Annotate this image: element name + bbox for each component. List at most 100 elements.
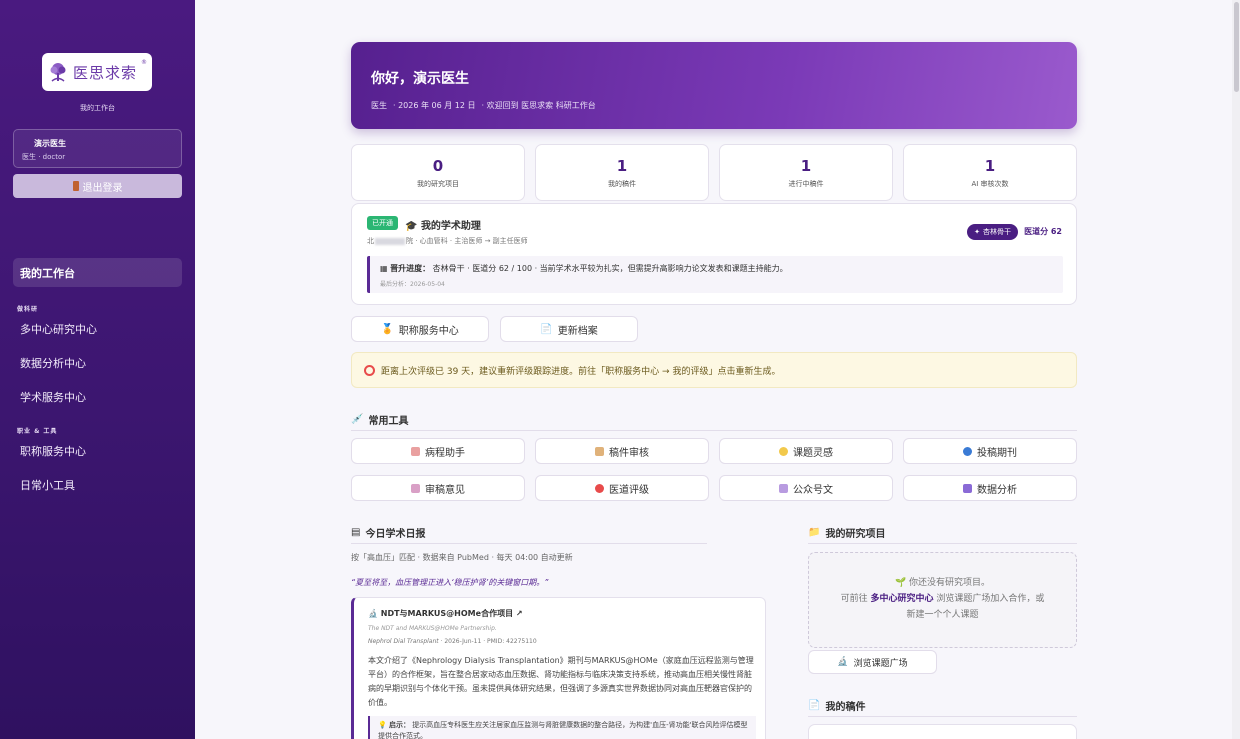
- stat-card-projects[interactable]: 0 我的研究项目: [351, 144, 525, 201]
- divider: [808, 716, 1077, 717]
- reminder-text: 距离上次评级已 39 天，建议重新评级跟踪进度。前往「职称服务中心 → 我的评级…: [381, 366, 781, 377]
- sidebar: 医思求索 ® 我的工作台 演示医生 医生 · doctor 退出登录 我的工作台…: [0, 0, 195, 739]
- nav-item-title-service[interactable]: 职称服务中心: [20, 443, 86, 459]
- article-english-title: The NDT and MARKUS@HOMe Partnership.: [368, 625, 497, 632]
- empty-text-a: 可前往: [840, 594, 871, 604]
- door-icon: [72, 181, 79, 191]
- tool-label: 投稿期刊: [977, 447, 1017, 459]
- lightbulb-icon: 💡: [378, 721, 387, 729]
- article-meta-text: · 2026-Jun-11 · PMID: 42275110: [438, 638, 537, 645]
- tool-wechat-article[interactable]: 公众号文: [719, 475, 893, 501]
- page-scrollbar[interactable]: [1232, 0, 1240, 739]
- title-service-button[interactable]: 🏅 职称服务中心: [351, 316, 489, 342]
- redacted-block: [375, 237, 405, 245]
- update-profile-label: 更新档案: [557, 325, 598, 337]
- microscope-icon: 🔬: [837, 657, 849, 667]
- stat-label: 我的稿件: [608, 180, 636, 188]
- hospital-suffix: 院 · 心血管科 · 主治医师 → 副主任医师: [406, 237, 528, 245]
- app-logo[interactable]: 医思求索 ®: [42, 53, 152, 91]
- clipboard-icon: [411, 446, 420, 456]
- tool-review-comments[interactable]: 审稿意见: [351, 475, 525, 501]
- browse-topics-label: 浏览课题广场: [853, 658, 908, 669]
- nav-item-workspace[interactable]: 我的工作台: [13, 258, 182, 287]
- multicenter-link[interactable]: 多中心研究中心: [870, 594, 933, 604]
- nav-section-research: 做科研: [17, 306, 39, 313]
- tool-medical-rating[interactable]: 医道评级: [535, 475, 709, 501]
- logo-text: 医思求索: [72, 63, 137, 82]
- stat-value: 0: [432, 157, 444, 175]
- user-role: 医生 · doctor: [22, 153, 66, 161]
- tool-topic-ideas[interactable]: 课题灵感: [719, 438, 893, 464]
- browse-topics-button[interactable]: 🔬 浏览课题广场: [808, 650, 937, 674]
- empty-line-3: 新建一个个人课题: [906, 610, 979, 620]
- syringe-icon: 💉: [351, 414, 364, 425]
- article-title-text: NDT与MARKUS@HOMe合作项目 ↗: [380, 609, 523, 618]
- projects-section-title: 📁 我的研究项目: [808, 525, 885, 540]
- manuscripts-card: [808, 724, 1077, 739]
- title-service-label: 职称服务中心: [398, 325, 459, 337]
- score-text: 医道分 62: [1024, 227, 1062, 236]
- last-analysis: 最后分析：2026-05-04: [380, 281, 445, 288]
- sprout-icon: ✦: [974, 228, 980, 236]
- digest-subtitle: 按「高血压」匹配 · 数据来自 PubMed · 每天 04:00 自动更新: [351, 553, 573, 562]
- logo-registered-mark: ®: [141, 59, 147, 66]
- progress-label: 晋升进度：: [390, 264, 431, 273]
- user-card: 演示医生 医生 · doctor: [13, 129, 182, 168]
- empty-line-1: 🌱 你还没有研究项目。: [809, 575, 1076, 591]
- level-tag-label: 杏林骨干: [983, 228, 1011, 236]
- level-tag: ✦ 杏林骨干: [967, 224, 1018, 240]
- stat-card-manuscripts[interactable]: 1 我的稿件: [535, 144, 709, 201]
- assistant-title-text: 我的学术助理: [420, 221, 481, 232]
- tool-label: 稿件审核: [609, 447, 649, 459]
- target-icon: [595, 483, 604, 493]
- article-card[interactable]: 🔬 NDT与MARKUS@HOMe合作项目 ↗ The NDT and MARK…: [351, 597, 766, 739]
- manuscripts-section-title: 📄 我的稿件: [808, 698, 865, 713]
- article-title[interactable]: 🔬 NDT与MARKUS@HOMe合作项目 ↗: [368, 608, 523, 619]
- nav-item-multicenter[interactable]: 多中心研究中心: [20, 321, 97, 337]
- update-profile-button[interactable]: 📄 更新档案: [500, 316, 638, 342]
- digest-section-title: ▤ 今日学术日报: [351, 525, 425, 540]
- nav-item-data-analysis[interactable]: 数据分析中心: [20, 355, 86, 371]
- welcome-banner: 你好，演示医生 医生 · 2026 年 06 月 12 日 · 欢迎回到 医思求…: [351, 42, 1077, 129]
- banner-welcome: · 欢迎回到 医思求索 科研工作台: [481, 101, 596, 110]
- chart-icon: ▦: [380, 264, 388, 273]
- banner-date: · 2026 年 06 月 12 日: [393, 101, 476, 110]
- empty-text-b: 浏览课题广场加入合作，或: [933, 594, 1045, 604]
- logout-label: 退出登录: [82, 182, 123, 194]
- nav-item-daily-tools[interactable]: 日常小工具: [20, 477, 75, 493]
- workspace-subtitle: 我的工作台: [80, 104, 115, 112]
- logout-button[interactable]: 退出登录: [13, 174, 182, 198]
- article-summary: 本文介绍了《Nephrology Dialysis Transplantatio…: [368, 656, 754, 707]
- tool-case-assistant[interactable]: 病程助手: [351, 438, 525, 464]
- nav-item-academic-service[interactable]: 学术服务中心: [20, 389, 86, 405]
- scrollbar-thumb[interactable]: [1234, 2, 1239, 92]
- document-icon: 📄: [808, 700, 821, 711]
- projects-empty-state: 🌱 你还没有研究项目。 可前往 多中心研究中心 浏览课题广场加入合作，或 新建一…: [808, 552, 1077, 648]
- tool-data-analysis[interactable]: 数据分析: [903, 475, 1077, 501]
- medal-icon: 🏅: [381, 323, 394, 335]
- stat-card-in-progress[interactable]: 1 进行中稿件: [719, 144, 893, 201]
- article-insight: 💡 启示： 提示高血压专科医生应关注居家血压监测与肾脏健康数据的整合路径，为构建…: [368, 716, 756, 739]
- tools-title: 常用工具: [368, 416, 409, 427]
- promotion-progress: ▦ 晋升进度： 杏林骨干 · 医道分 62 / 100 · 当前学术水平较为扎实…: [367, 256, 1063, 293]
- tool-label: 课题灵感: [793, 447, 833, 459]
- stat-label: AI 审核次数: [971, 180, 1009, 188]
- academic-assistant-card: 已开通 🎓 我的学术助理 北 院 · 心血管科 · 主治医师 → 副主任医师 ✦ …: [351, 203, 1077, 305]
- stat-value: 1: [800, 157, 812, 175]
- tool-label: 数据分析: [977, 484, 1017, 496]
- insight-text: 提示高血压专科医生应关注居家血压监测与肾脏健康数据的整合路径，为构建'血压-肾功…: [378, 721, 748, 739]
- stat-card-ai-reviews[interactable]: 1 AI 审核次数: [903, 144, 1077, 201]
- digest-title: 今日学术日报: [365, 529, 426, 540]
- divider: [351, 543, 707, 544]
- rating-reminder: 距离上次评级已 39 天，建议重新评级跟踪进度。前往「职称服务中心 → 我的评级…: [351, 352, 1077, 388]
- progress-line: ▦ 晋升进度： 杏林骨干 · 医道分 62 / 100 · 当前学术水平较为扎实…: [380, 263, 788, 274]
- divider: [808, 543, 1077, 544]
- seedling-icon: 🌱: [894, 578, 907, 588]
- tool-manuscript-review[interactable]: 稿件审核: [535, 438, 709, 464]
- search-icon: [963, 446, 972, 456]
- tool-submit-journal[interactable]: 投稿期刊: [903, 438, 1077, 464]
- greeting-title: 你好，演示医生: [371, 71, 469, 87]
- divider: [351, 430, 1077, 431]
- assistant-info: 北 院 · 心血管科 · 主治医师 → 副主任医师: [367, 236, 528, 246]
- status-badge: 已开通: [367, 216, 398, 230]
